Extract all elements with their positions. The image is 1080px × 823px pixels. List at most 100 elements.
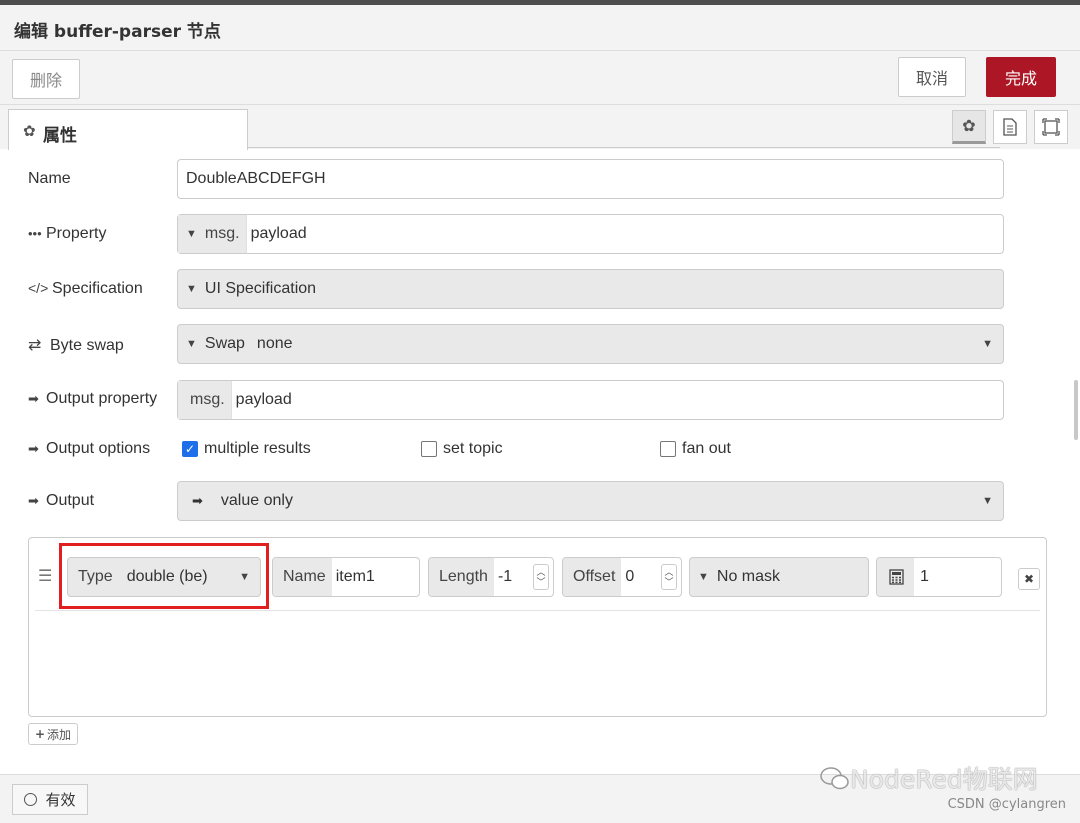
- gear-icon: ✿: [962, 118, 976, 135]
- specification-label: </> Specification: [28, 280, 143, 298]
- item-length-input[interactable]: Length -1 ︿ ﹀: [428, 557, 554, 597]
- red-highlight-box: [59, 543, 269, 609]
- output-value: value only: [220, 492, 293, 509]
- add-item-button[interactable]: + 添加: [28, 723, 78, 745]
- item-length-label: Length: [429, 558, 494, 596]
- set-topic-checkbox[interactable]: set topic: [421, 440, 503, 458]
- property-label-text: Property: [46, 225, 107, 242]
- done-button[interactable]: 完成: [986, 57, 1056, 97]
- output-label-text: Output: [46, 492, 95, 509]
- output-select[interactable]: ➡ value only ▼: [177, 481, 1004, 521]
- property-type-select[interactable]: ▼ msg.: [178, 215, 247, 253]
- output-options-label-text: Output options: [46, 440, 151, 457]
- output-label: ➡ Output: [28, 492, 94, 510]
- watermark: NodeRed物联网: [820, 760, 1038, 796]
- tab-bar: ✿ 属性: [0, 105, 1080, 150]
- output-property-label-text: Output property: [46, 390, 158, 407]
- item-length-value: -1: [497, 568, 513, 585]
- property-label: ••• Property: [28, 225, 106, 243]
- caret-down-icon: ▼: [698, 571, 709, 583]
- output-property-input[interactable]: msg. payload: [177, 380, 1004, 420]
- item-scale-value: 1: [920, 568, 929, 585]
- stepper-icon[interactable]: ︿ ﹀: [661, 564, 677, 590]
- caret-down-icon: ▼: [982, 495, 993, 507]
- description-tab-button[interactable]: [993, 110, 1027, 144]
- item-offset-value: 0: [625, 568, 635, 585]
- scrollbar[interactable]: [1074, 380, 1078, 440]
- caret-down-icon: ▼: [982, 338, 993, 350]
- multiple-results-label: multiple results: [204, 440, 311, 457]
- tab-properties-label: 属性: [43, 126, 77, 146]
- specification-value: UI Specification: [204, 280, 317, 297]
- exchange-icon: ⇄: [28, 337, 42, 354]
- property-type-text: msg.: [204, 225, 240, 242]
- multiple-results-checkbox[interactable]: ✓ multiple results: [182, 440, 311, 458]
- set-topic-label: set topic: [443, 440, 503, 457]
- close-icon: ✖: [1023, 572, 1035, 586]
- cancel-button[interactable]: 取消: [898, 57, 966, 97]
- tab-divider: [248, 147, 1000, 148]
- output-property-label: ➡ Output property: [28, 390, 157, 408]
- gear-icon: ✿: [23, 123, 36, 140]
- dialog-header: 编辑 buffer-parser 节点: [0, 5, 1080, 51]
- item-offset-input[interactable]: Offset 0 ︿ ﹀: [562, 557, 682, 597]
- sign-out-icon: ➡: [28, 391, 39, 406]
- byteswap-type: Swap: [204, 335, 245, 352]
- name-input-value: DoubleABCDEFGH: [186, 170, 326, 187]
- checkbox-box: [660, 441, 676, 457]
- settings-tab-button[interactable]: ✿: [952, 110, 986, 144]
- specification-label-text: Specification: [52, 280, 143, 297]
- fan-out-checkbox[interactable]: fan out: [660, 440, 731, 458]
- enabled-label: 有效: [45, 791, 76, 809]
- remove-item-button[interactable]: ✖: [1018, 568, 1040, 590]
- caret-down-icon: ▼: [186, 228, 197, 240]
- specification-select[interactable]: ▼ UI Specification: [177, 269, 1004, 309]
- csdn-credit: CSDN @cylangren: [947, 797, 1066, 812]
- checkbox-box: [421, 441, 437, 457]
- code-icon: </>: [28, 280, 49, 296]
- ellipsis-icon: •••: [28, 226, 42, 241]
- dialog-title: 编辑 buffer-parser 节点: [14, 22, 221, 42]
- checkmark-icon: ✓: [182, 441, 198, 457]
- item-offset-label: Offset: [563, 558, 622, 596]
- byteswap-value: none: [256, 335, 293, 352]
- sign-out-icon: ➡: [192, 493, 203, 508]
- fan-out-label: fan out: [682, 440, 731, 457]
- drag-handle-icon[interactable]: ☰: [38, 566, 52, 586]
- output-options-label: ➡ Output options: [28, 440, 150, 458]
- byteswap-label-text: Byte swap: [50, 337, 124, 354]
- item-mask-select[interactable]: ▼ No mask: [689, 557, 869, 597]
- stepper-icon[interactable]: ︿ ﹀: [533, 564, 549, 590]
- delete-button[interactable]: 删除: [12, 59, 80, 99]
- circle-icon: [24, 793, 38, 806]
- sign-out-icon: ➡: [28, 493, 39, 508]
- plus-icon: +: [34, 727, 46, 741]
- caret-down-icon: ▼: [186, 338, 197, 350]
- item-name-value: item1: [335, 568, 375, 585]
- appearance-tab-button[interactable]: [1034, 110, 1068, 144]
- tab-properties[interactable]: ✿ 属性: [8, 109, 248, 150]
- item-name-input[interactable]: Name item1: [272, 557, 420, 597]
- action-bar: 删除 取消 完成: [0, 51, 1080, 105]
- item-scale-input[interactable]: 1: [876, 557, 1002, 597]
- property-input[interactable]: ▼ msg. payload: [177, 214, 1004, 254]
- item-name-label: Name: [273, 558, 332, 596]
- byteswap-select[interactable]: ▼ Swap none ▼: [177, 324, 1004, 364]
- name-label: Name: [28, 170, 71, 187]
- byteswap-label: ⇄ Byte swap: [28, 335, 124, 355]
- sign-out-icon: ➡: [28, 441, 39, 456]
- frame-icon: [1042, 118, 1060, 136]
- row-divider: [35, 610, 1040, 611]
- output-property-type: msg.: [178, 381, 232, 419]
- property-value: payload: [250, 225, 307, 242]
- enabled-toggle[interactable]: 有效: [12, 784, 88, 815]
- watermark-text: NodeRed物联网: [850, 765, 1038, 794]
- name-input[interactable]: DoubleABCDEFGH: [177, 159, 1004, 199]
- calculator-icon: [877, 558, 914, 596]
- add-item-label: 添加: [47, 727, 72, 742]
- wechat-icon: [820, 767, 849, 790]
- output-property-value: payload: [235, 391, 292, 408]
- item-mask-value: No mask: [716, 568, 781, 585]
- caret-down-icon: ▼: [186, 283, 197, 295]
- document-icon: [1003, 118, 1017, 136]
